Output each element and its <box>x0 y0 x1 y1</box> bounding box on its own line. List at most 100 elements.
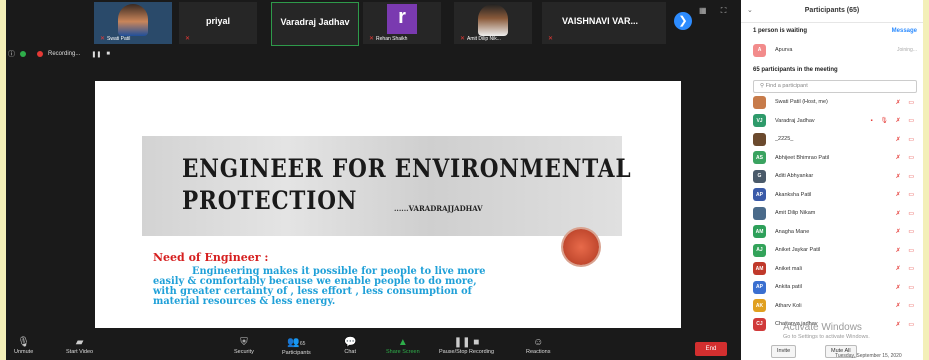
participant-row[interactable]: G Aditi Abhyankar ✗ ▭ <box>753 169 917 183</box>
video-tile-rehan[interactable]: r ✕ Rehan Shaikh <box>363 2 441 44</box>
invite-button[interactable]: Invite <box>771 345 797 358</box>
microphone-muted-icon: 🎙 <box>17 337 30 348</box>
unmute-button[interactable]: 🎙 Unmute <box>14 337 33 355</box>
search-input[interactable]: ⚲ Find a participant <box>753 80 917 93</box>
tile-name: VAISHNAVI VAR... <box>562 16 639 26</box>
info-icon[interactable]: ⓘ <box>8 49 15 59</box>
shield-icon: ⛨ <box>240 337 248 348</box>
panel-header: ⌄ Participants (65) <box>741 0 923 23</box>
participant-name: Anagha Mane <box>775 228 810 235</box>
slide-byline: ......VARADRAJJADHAV <box>394 204 483 213</box>
video-tile-amit[interactable]: ✕ Amit Dilip Nik... <box>454 2 532 44</box>
avatar: G <box>753 169 766 183</box>
end-meeting-button[interactable]: End <box>695 342 727 356</box>
recording-indicator: ⓘ Recording... ❚❚ ■ <box>8 48 110 60</box>
message-button[interactable]: Message <box>892 28 917 34</box>
waiting-room-label: 1 person is waiting <box>753 28 808 34</box>
view-toggle-icon[interactable]: ▦ ⛶ <box>699 6 732 16</box>
participant-row[interactable]: AP Ankita patil ✗ ▭ <box>753 280 917 294</box>
security-button[interactable]: ⛨ Security <box>234 337 254 355</box>
title-banner: ENGINEER FOR ENVIRONMENTAL PROTECTION ..… <box>142 136 631 236</box>
panel-title: Participants (65) <box>804 7 860 14</box>
muted-video-off-icon: ✗ ▭ <box>895 173 917 180</box>
muted-video-off-icon: ▪ 🎙 ✗ ▭ <box>870 118 917 124</box>
participants-button[interactable]: 👥65 Participants <box>282 337 311 356</box>
participant-row[interactable]: _2225_ ✗ ▭ <box>753 132 917 146</box>
record-dot-icon <box>37 51 43 57</box>
activate-windows-watermark: Activate Windows <box>783 322 862 333</box>
chat-icon: 💬 <box>344 337 357 348</box>
participant-name: Atharv Koli <box>775 302 802 309</box>
stop-icon[interactable]: ■ <box>106 51 110 57</box>
muted-video-off-icon: ✗ ▭ <box>895 321 917 328</box>
participant-name: Abhijeet Bhimrao Patil <box>775 154 830 161</box>
camera-off-icon: ▰ <box>75 337 84 348</box>
participant-name: Amit Dilip Nikam <box>775 210 816 216</box>
participant-row[interactable]: AM Anagha Mane ✗ ▭ <box>753 225 917 239</box>
muted-video-off-icon: ✗ ▭ <box>895 192 917 198</box>
avatar <box>753 132 766 146</box>
start-video-button[interactable]: ▰ Start Video <box>66 337 93 355</box>
meeting-toolbar: 🎙 Unmute ▰ Start Video ⛨ Security 👥65 Partic… <box>6 335 741 360</box>
video-tile-vaishnavi[interactable]: VAISHNAVI VAR... ✕ <box>542 2 666 44</box>
participant-row[interactable]: VJ Varadraj Jadhav ▪ 🎙 ✗ ▭ <box>753 114 917 128</box>
video-tile-swati[interactable]: ✕ Swati Patil <box>94 2 172 44</box>
next-page-icon[interactable]: ❯ <box>674 12 692 30</box>
participant-row[interactable]: AS Abhijeet Bhimrao Patil ✗ ▭ <box>753 151 917 165</box>
zoom-window: ✕ Swati Patil priyal ✕ Varadraj Jadhav r … <box>6 0 923 360</box>
smiley-icon: ☺ <box>533 337 544 348</box>
activate-windows-subtext: Go to Settings to activate Windows. <box>783 334 870 340</box>
taskbar-date: Tuesday, September 15, 2020 <box>835 353 902 359</box>
chat-button[interactable]: 💬 Chat <box>344 337 356 355</box>
muted-video-off-icon: ✗ ▭ <box>895 229 917 235</box>
slide-body-line: material resources & less energy. <box>153 295 336 307</box>
muted-video-off-icon: ✗ ▭ <box>895 266 917 272</box>
avatar: AK <box>753 299 766 312</box>
recording-label: Recording... <box>48 51 81 57</box>
video-tile-priyal[interactable]: priyal ✕ <box>179 2 257 44</box>
participant-photo <box>478 4 508 36</box>
participant-name: Aniket Jaykar Patil <box>775 247 821 253</box>
participant-row[interactable]: AJ Aniket Jaykar Patil ✗ ▭ <box>753 243 917 257</box>
tile-name: r <box>398 6 406 28</box>
slide-title-line1: ENGINEER FOR ENVIRONMENTAL <box>182 154 632 183</box>
share-screen-button[interactable]: ▲ Share Screen <box>386 337 420 355</box>
participant-count: 65 participants in the meeting <box>753 67 838 73</box>
muted-video-off-icon: ✗ ▭ <box>895 303 917 309</box>
muted-video-off-icon: ✗ ▭ <box>895 247 917 254</box>
shield-icon[interactable] <box>20 51 26 57</box>
participants-panel: ⌄ Participants (65) 1 person is waiting … <box>741 0 923 360</box>
participant-row[interactable]: Amit Dilip Nikam ✗ ▭ <box>753 206 917 220</box>
waiting-participant[interactable]: A Apurva Joining... <box>753 43 917 57</box>
muted-video-off-icon: ✗ ▭ <box>895 99 917 106</box>
muted-video-off-icon: ✗ ▭ <box>895 210 917 217</box>
avatar: A <box>753 43 766 57</box>
muted-video-off-icon: ✗ ▭ <box>895 136 917 143</box>
avatar: AM <box>753 262 766 275</box>
participant-row[interactable]: AP Akanksha Patil ✗ ▭ <box>753 188 917 202</box>
participant-row[interactable]: AM Aniket mali ✗ ▭ <box>753 262 917 276</box>
avatar: AM <box>753 225 766 238</box>
muted-icon: ✕ <box>548 36 554 42</box>
participant-row[interactable]: AK Atharv Koli ✗ ▭ <box>753 299 917 313</box>
pause-recording-button[interactable]: ❚❚ ■ Pause/Stop Recording <box>439 337 494 355</box>
avatar: AJ <box>753 243 766 257</box>
share-icon: ▲ <box>397 337 408 348</box>
muted-video-off-icon: ✗ ▭ <box>895 155 917 161</box>
video-thumbnail-strip: ✕ Swati Patil priyal ✕ Varadraj Jadhav r … <box>6 0 741 46</box>
seal-decoration <box>563 229 599 265</box>
pause-stop-icon: ❚❚ ■ <box>453 337 480 348</box>
avatar: AP <box>753 280 766 294</box>
pause-icon[interactable]: ❚❚ <box>91 51 101 58</box>
slide-title-line2: PROTECTION <box>182 186 358 215</box>
video-tile-varadraj[interactable]: Varadraj Jadhav <box>271 2 359 46</box>
participant-name: Aditi Abhyankar <box>775 173 814 179</box>
avatar: AS <box>753 151 766 164</box>
participant-row[interactable]: Swati Patil (Host, me) ✗ ▭ <box>753 95 917 109</box>
participant-name: Varadraj Jadhav <box>775 117 815 124</box>
participant-name: Akanksha Patil <box>775 191 812 198</box>
avatar: CJ <box>753 317 766 331</box>
reactions-button[interactable]: ☺ Reactions <box>526 337 550 355</box>
avatar: AP <box>753 188 766 201</box>
avatar <box>753 206 766 220</box>
